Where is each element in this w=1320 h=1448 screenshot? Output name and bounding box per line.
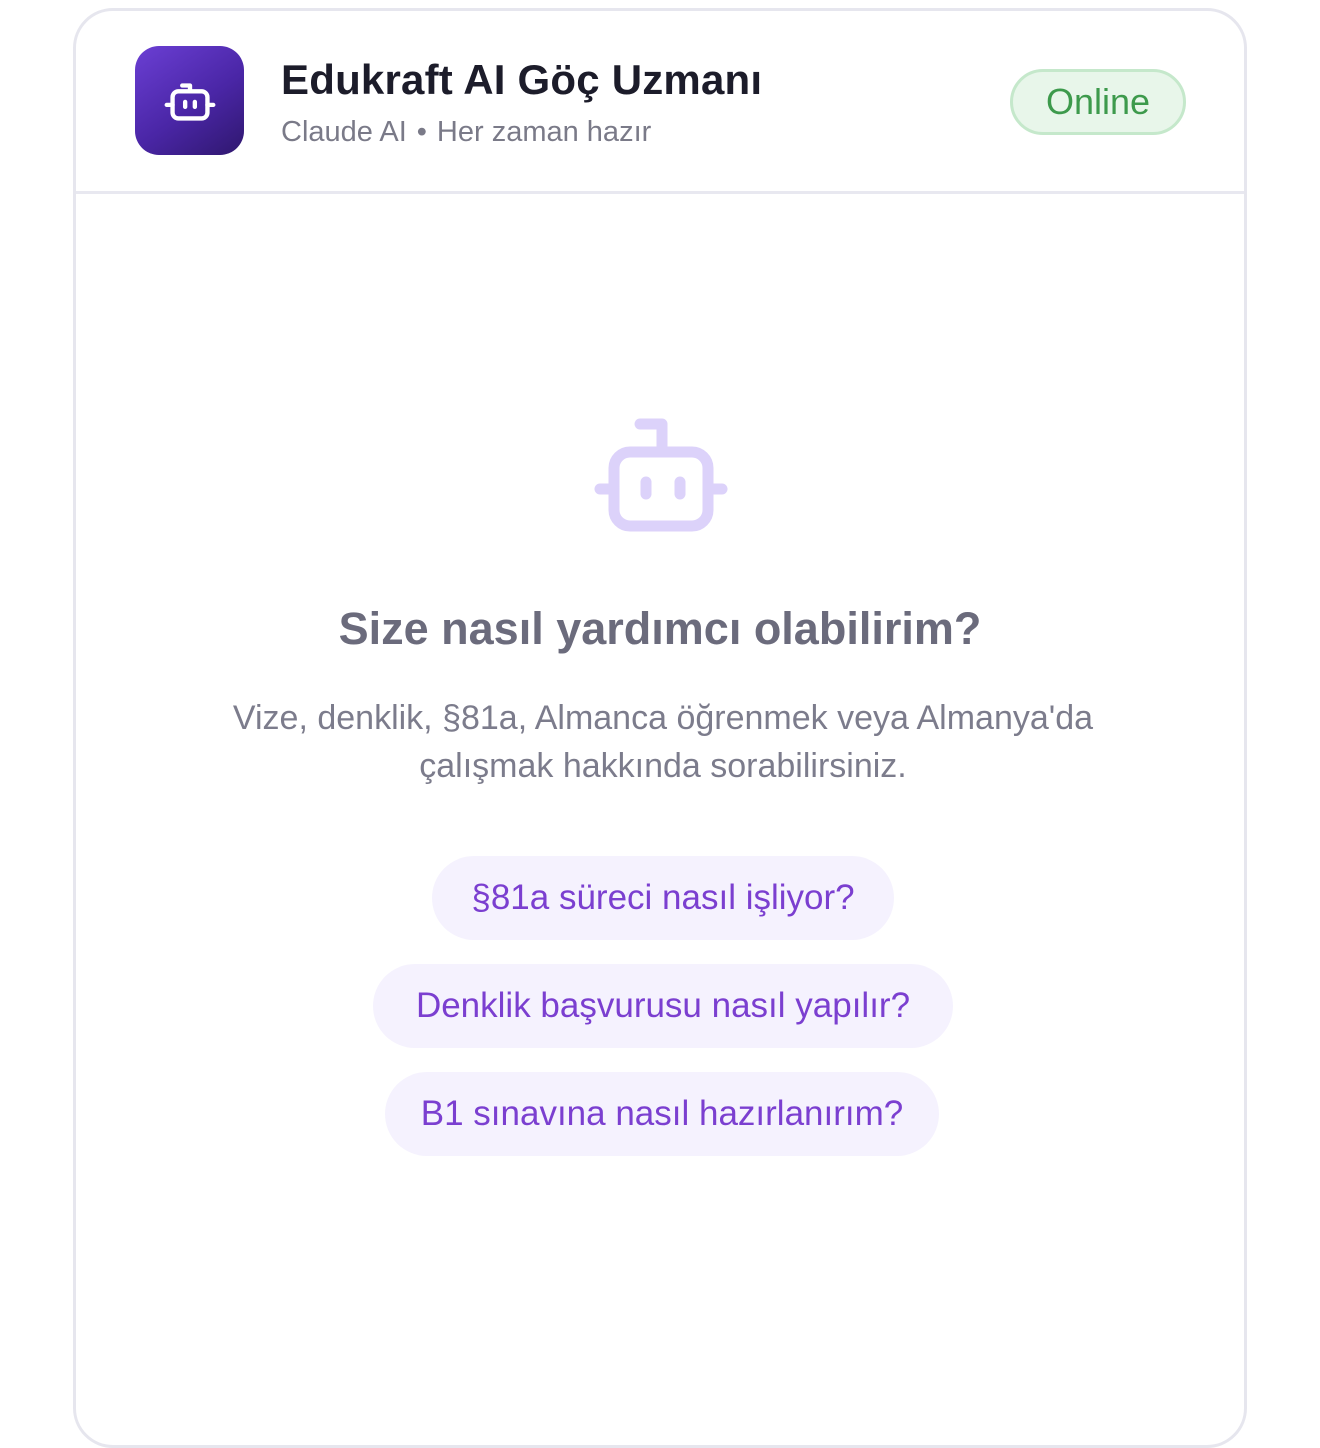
welcome-heading: Size nasıl yardımcı olabilirim? [338,603,982,654]
assistant-title: Edukraft AI Göç Uzmanı [281,56,763,103]
availability-label: Her zaman hazır [436,116,652,148]
status-badge: Online [1010,69,1186,135]
chat-panel: Edukraft AI Göç Uzmanı Claude AI • Her zam… [73,8,1247,1448]
assistant-subtitle: Claude AI • Her zaman hazır [281,116,651,149]
suggestion-chip[interactable]: Denklik başvurusu nasıl yapılır? [373,964,953,1048]
chat-header: Edukraft AI Göç Uzmanı Claude AI • Her zam… [76,11,1244,194]
app-logo [135,46,244,155]
robot-icon [594,418,728,532]
separator-dot: • [416,116,427,148]
suggestion-chip[interactable]: §81a süreci nasıl işliyor? [432,856,894,940]
suggestion-chip[interactable]: B1 sınavına nasıl hazırlanırım? [385,1072,939,1156]
welcome-description: Vize, denklik, §81a, Almanca öğrenmek ve… [232,699,1094,785]
provider-label: Claude AI [281,116,407,148]
robot-icon [164,82,215,121]
